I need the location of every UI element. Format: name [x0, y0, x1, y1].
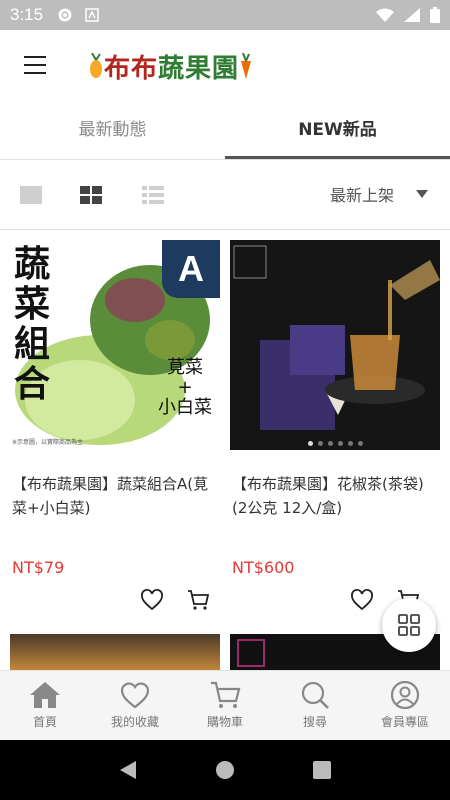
product-price: NT$600	[232, 558, 295, 577]
product-title[interactable]: 【布布蔬果園】蔬菜組合A(莧菜+小白菜)	[10, 472, 220, 524]
sort-dropdown[interactable]: 最新上架	[330, 182, 428, 206]
chevron-down-icon	[416, 190, 428, 198]
back-icon[interactable]	[118, 760, 138, 780]
image-caption-line1: 莧菜	[167, 357, 203, 378]
view-toolbar: 最新上架	[0, 160, 450, 230]
user-icon	[390, 681, 420, 709]
image-vertical-text: 蔬菜組合	[14, 243, 51, 405]
image-caption: 莧菜 + 小白菜	[158, 358, 212, 418]
heart-icon	[120, 682, 150, 709]
favorite-heart-icon[interactable]	[350, 588, 374, 612]
product-card[interactable]: 蔬菜組合 A 莧菜 + 小白菜 ※示意圖，以實際商品為主 【布布蔬果園】蔬菜組合…	[10, 240, 220, 620]
home-circle-icon[interactable]	[215, 760, 235, 780]
tea-photo	[230, 240, 440, 450]
nav-home[interactable]: 首頁	[0, 671, 90, 740]
wifi-icon	[376, 8, 394, 22]
product-image[interactable]: 蔬菜組合 A 莧菜 + 小白菜 ※示意圖，以實際商品為主	[10, 240, 220, 450]
bottom-nav: 首頁 我的收藏 購物車 搜尋 會員專區	[0, 670, 450, 740]
app-bar: 布布 蔬果園	[0, 30, 450, 102]
logo-text-green: 蔬果園	[158, 53, 240, 84]
image-badge: A	[162, 240, 220, 298]
product-price: NT$79	[12, 558, 65, 577]
nav-cart-label: 購物車	[206, 715, 243, 729]
signal-icon	[404, 8, 420, 22]
nav-search[interactable]: 搜尋	[270, 671, 360, 740]
nav-member[interactable]: 會員專區	[360, 671, 450, 740]
tab-latest-news[interactable]: 最新動態	[0, 102, 225, 159]
grid-icon	[398, 614, 420, 636]
gear-icon	[58, 8, 72, 22]
product-image[interactable]	[230, 240, 440, 450]
logo-text-red: 布布	[104, 53, 159, 84]
status-bar: 3:15	[0, 0, 450, 30]
grid-view-icon[interactable]	[80, 186, 102, 204]
cart-icon	[211, 681, 241, 708]
carrot-logo-icon	[241, 53, 252, 79]
nav-home-label: 首頁	[32, 715, 57, 729]
recents-icon[interactable]	[312, 760, 332, 780]
image-caption-line2: 小白菜	[158, 397, 212, 418]
battery-icon	[430, 7, 440, 23]
single-view-icon[interactable]	[20, 186, 42, 204]
nav-cart[interactable]: 購物車	[180, 671, 270, 740]
status-time: 3:15	[10, 5, 44, 24]
hamburger-icon[interactable]	[24, 56, 46, 76]
nav-member-label: 會員專區	[380, 715, 429, 729]
tab-new-products[interactable]: NEW新品	[225, 102, 450, 159]
product-card-peek[interactable]	[10, 634, 220, 672]
favorite-heart-icon[interactable]	[140, 588, 164, 612]
home-icon	[30, 682, 60, 708]
app-logo[interactable]: 布布 蔬果園	[88, 48, 253, 84]
nav-favorites[interactable]: 我的收藏	[90, 671, 180, 740]
app-notification-icon	[85, 8, 99, 22]
grid-menu-button[interactable]	[382, 598, 436, 652]
list-view-icon[interactable]	[142, 186, 164, 204]
product-title[interactable]: 【布布蔬果園】花椒茶(茶袋)(2公克 12入/盒)	[230, 472, 440, 524]
system-nav-bar	[0, 740, 450, 800]
vegetable-logo-icon	[90, 53, 102, 78]
search-icon	[301, 681, 329, 709]
image-note: ※示意圖，以實際商品為主	[12, 439, 84, 446]
carousel-dots	[230, 441, 440, 446]
nav-favorites-label: 我的收藏	[110, 715, 159, 729]
image-caption-plus: +	[177, 377, 193, 398]
product-thumbnail-logo	[237, 639, 265, 667]
product-card[interactable]: 【布布蔬果園】花椒茶(茶袋)(2公克 12入/盒) NT$600	[230, 240, 440, 620]
sort-label: 最新上架	[329, 186, 394, 205]
add-to-cart-icon[interactable]	[186, 588, 210, 612]
tab-bar: 最新動態 NEW新品	[0, 102, 450, 160]
nav-search-label: 搜尋	[302, 715, 327, 729]
